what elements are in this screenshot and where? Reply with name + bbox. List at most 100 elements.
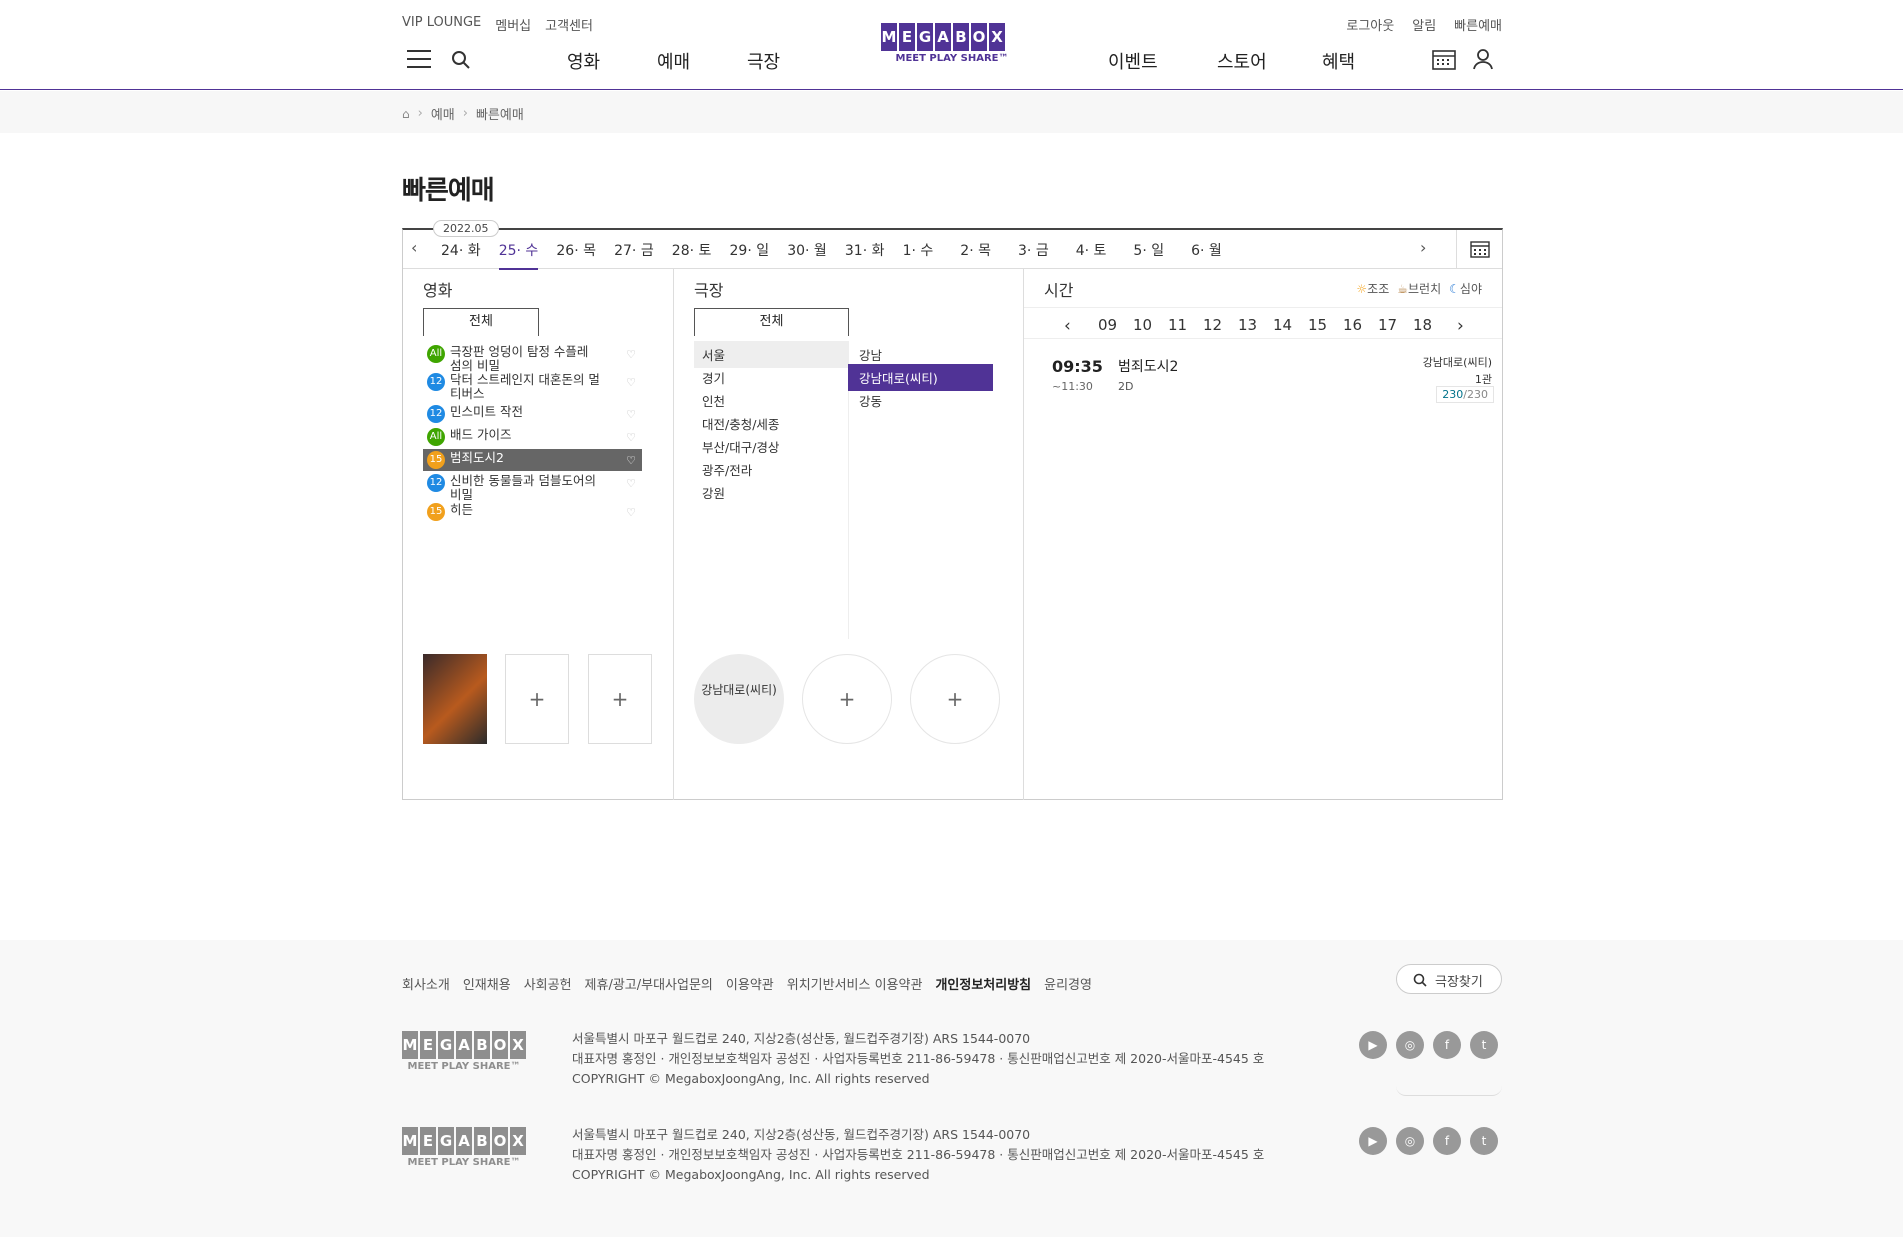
twitter-icon[interactable]: t xyxy=(1470,1127,1498,1155)
hour-button[interactable]: 13 xyxy=(1238,316,1257,334)
nav-booking[interactable]: 예매 xyxy=(657,48,690,74)
date-24[interactable]: 24· 화 xyxy=(441,240,481,260)
movie-tab-all[interactable]: 전체 xyxy=(423,308,539,336)
movie-name: 신비한 동물들과 덤블도어의 비밀 xyxy=(450,473,596,502)
footer-link[interactable]: 제휴/광고/부대사업문의 xyxy=(585,974,713,993)
date-1[interactable]: 1· 수 xyxy=(903,240,934,260)
movie-item[interactable]: 12 닥터 스트레인지 대혼돈의 멀티버스 ♡ xyxy=(423,371,642,403)
nav-store[interactable]: 스토어 xyxy=(1217,48,1267,74)
footer-link[interactable]: 사회공헌 xyxy=(524,974,572,993)
date-29[interactable]: 29· 일 xyxy=(730,240,770,260)
movie-item[interactable]: 15 히든 ♡ xyxy=(423,501,642,523)
footer-link[interactable]: 개인정보처리방침 xyxy=(935,974,1031,993)
breadcrumb: ⌂ › 예매 › 빠른예매 xyxy=(0,91,1903,133)
quick-booking-link[interactable]: 빠른예매 xyxy=(1454,15,1502,34)
header: VIP LOUNGE 멤버십 고객센터 로그아웃 알림 빠른예매 영화 예매 극… xyxy=(0,0,1903,90)
date-25[interactable]: 25· 수 xyxy=(498,240,539,270)
age-rating-badge: All xyxy=(427,345,445,363)
date-3[interactable]: 3· 금 xyxy=(1018,240,1049,260)
youtube-icon[interactable]: ▶ xyxy=(1359,1031,1387,1059)
hour-button[interactable]: 18 xyxy=(1413,316,1432,334)
hour-button[interactable]: 12 xyxy=(1203,316,1222,334)
find-theater-button[interactable]: 극장찾기 xyxy=(1396,964,1502,994)
heart-icon[interactable]: ♡ xyxy=(626,348,636,362)
date-4[interactable]: 4· 토 xyxy=(1076,240,1107,260)
search-icon xyxy=(1413,973,1427,987)
breadcrumb-booking[interactable]: 예매 xyxy=(431,104,455,123)
add-movie-slot[interactable]: + xyxy=(588,654,652,744)
movie-item[interactable]: 12 민스미트 작전 ♡ xyxy=(423,403,642,425)
calendar-icon[interactable] xyxy=(1432,48,1456,70)
twitter-icon[interactable]: t xyxy=(1470,1031,1498,1059)
alarm-link[interactable]: 알림 xyxy=(1412,15,1436,34)
hour-button[interactable]: 17 xyxy=(1378,316,1397,334)
heart-icon[interactable]: ♡ xyxy=(626,506,636,520)
instagram-icon[interactable]: ◎ xyxy=(1396,1031,1424,1059)
theater-tab-all[interactable]: 전체 xyxy=(694,308,849,336)
add-theater-slot[interactable]: + xyxy=(802,654,892,744)
footer-company-info: 대표자명 홍정인 · 개인정보보호책임자 공성진 · 사업자등록번호 211-8… xyxy=(572,1051,1265,1066)
nav-movie[interactable]: 영화 xyxy=(567,48,600,74)
showtime-item[interactable]: 09:35 ~11:30 범죄도시2 2D 강남대로(씨티) 1관 230/23… xyxy=(1034,344,1494,404)
footer-link[interactable]: 인재채용 xyxy=(463,974,511,993)
time-column-title: 시간 xyxy=(1044,281,1074,300)
date-next-icon[interactable]: › xyxy=(1420,238,1426,257)
heart-icon[interactable]: ♡ xyxy=(626,454,636,468)
hour-button[interactable]: 11 xyxy=(1168,316,1187,334)
hour-button[interactable]: 09 xyxy=(1098,316,1117,334)
home-icon[interactable]: ⌂ xyxy=(402,107,410,121)
footer-info: 서울특별시 마포구 월드컵로 240, 지상2층(성산동, 월드컵주경기장) A… xyxy=(572,1029,1264,1089)
selected-movie-poster[interactable] xyxy=(423,654,487,744)
facebook-icon[interactable]: f xyxy=(1433,1127,1461,1155)
date-28[interactable]: 28· 토 xyxy=(672,240,712,260)
date-30[interactable]: 30· 월 xyxy=(787,240,827,260)
nav-theater[interactable]: 극장 xyxy=(747,48,780,74)
megabox-logo[interactable]: MEGABOX MEET PLAY SHARE™ xyxy=(881,23,1023,64)
theater-item[interactable]: 강동 xyxy=(848,387,993,414)
vip-lounge-link[interactable]: VIP LOUNGE xyxy=(402,15,481,34)
date-2[interactable]: 2· 목 xyxy=(960,240,991,260)
add-movie-slot[interactable]: + xyxy=(505,654,569,744)
time-prev-icon[interactable]: ‹ xyxy=(1064,316,1071,336)
date-5[interactable]: 5· 일 xyxy=(1133,240,1164,260)
membership-link[interactable]: 멤버십 xyxy=(495,15,531,34)
nav-event[interactable]: 이벤트 xyxy=(1108,48,1158,74)
add-theater-slot[interactable]: + xyxy=(910,654,1000,744)
region-item[interactable]: 강원 xyxy=(694,479,849,506)
date-27[interactable]: 27· 금 xyxy=(614,240,654,260)
heart-icon[interactable]: ♡ xyxy=(626,477,636,491)
search-icon[interactable] xyxy=(451,50,471,70)
date-calendar-button[interactable] xyxy=(1456,230,1502,268)
hour-button[interactable]: 10 xyxy=(1133,316,1152,334)
movie-item[interactable]: All 배드 가이즈 ♡ xyxy=(423,426,642,448)
date-prev-icon[interactable]: ‹ xyxy=(411,238,417,257)
user-icon[interactable] xyxy=(1473,48,1493,70)
month-tag: 2022.05 xyxy=(433,220,499,237)
heart-icon[interactable]: ♡ xyxy=(626,408,636,422)
heart-icon[interactable]: ♡ xyxy=(626,431,636,445)
date-26[interactable]: 26· 목 xyxy=(556,240,596,260)
footer-link[interactable]: 회사소개 xyxy=(402,974,450,993)
heart-icon[interactable]: ♡ xyxy=(626,376,636,390)
customer-center-link[interactable]: 고객센터 xyxy=(545,15,593,34)
hour-button[interactable]: 15 xyxy=(1308,316,1327,334)
time-next-icon[interactable]: › xyxy=(1457,316,1464,336)
footer-link[interactable]: 위치기반서비스 이용약관 xyxy=(787,974,923,993)
breadcrumb-quick-booking[interactable]: 빠른예매 xyxy=(476,104,524,123)
date-6[interactable]: 6· 월 xyxy=(1191,240,1222,260)
hour-button[interactable]: 14 xyxy=(1273,316,1292,334)
date-31[interactable]: 31· 화 xyxy=(845,240,885,260)
instagram-icon[interactable]: ◎ xyxy=(1396,1127,1424,1155)
facebook-icon[interactable]: f xyxy=(1433,1031,1461,1059)
movie-item[interactable]: 12 신비한 동물들과 덤블도어의 비밀 ♡ xyxy=(423,472,642,504)
hour-button[interactable]: 16 xyxy=(1343,316,1362,334)
menu-icon[interactable] xyxy=(407,50,431,68)
nav-benefit[interactable]: 혜택 xyxy=(1322,48,1355,74)
selected-theater-slot[interactable]: 강남대로(씨티) xyxy=(694,654,784,744)
footer-link[interactable]: 이용약관 xyxy=(726,974,774,993)
youtube-icon[interactable]: ▶ xyxy=(1359,1127,1387,1155)
footer-link[interactable]: 윤리경영 xyxy=(1044,974,1092,993)
showtime-theater: 강남대로(씨티) xyxy=(1422,356,1492,369)
logout-link[interactable]: 로그아웃 xyxy=(1346,15,1394,34)
movie-item[interactable]: 15 범죄도시2 ♡ xyxy=(423,449,642,471)
